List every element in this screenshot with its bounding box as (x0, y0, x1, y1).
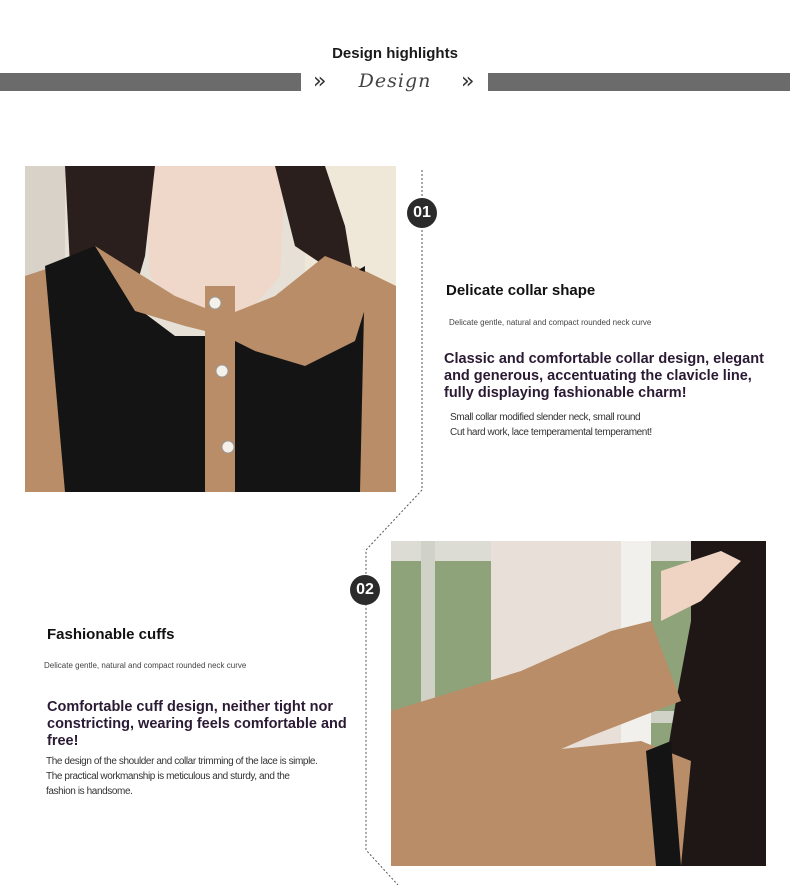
description-line: The practical workmanship is meticulous … (46, 771, 290, 782)
section-headline: Classic and comfortable collar design, e… (444, 351, 764, 401)
section-caption: Delicate gentle, natural and compact rou… (449, 318, 652, 327)
description-line: fashion is handsome. (46, 786, 133, 797)
section-number-badge: 01 (407, 198, 437, 228)
section-number-badge: 02 (350, 575, 380, 605)
section-headline: Comfortable cuff design, neither tight n… (47, 699, 347, 749)
section-description: The design of the shoulder and collar tr… (46, 754, 346, 799)
section-description: Small collar modified slender neck, smal… (450, 410, 780, 440)
description-line: Small collar modified slender neck, smal… (450, 412, 641, 423)
collar-closeup-photo (25, 166, 396, 492)
sleeve-cuff-photo (391, 541, 766, 866)
section-title: Fashionable cuffs (47, 626, 175, 643)
section-title: Delicate collar shape (446, 282, 596, 299)
description-line: Cut hard work, lace temperamental temper… (450, 427, 652, 438)
section-caption: Delicate gentle, natural and compact rou… (44, 661, 247, 670)
description-line: The design of the shoulder and collar tr… (46, 756, 318, 767)
